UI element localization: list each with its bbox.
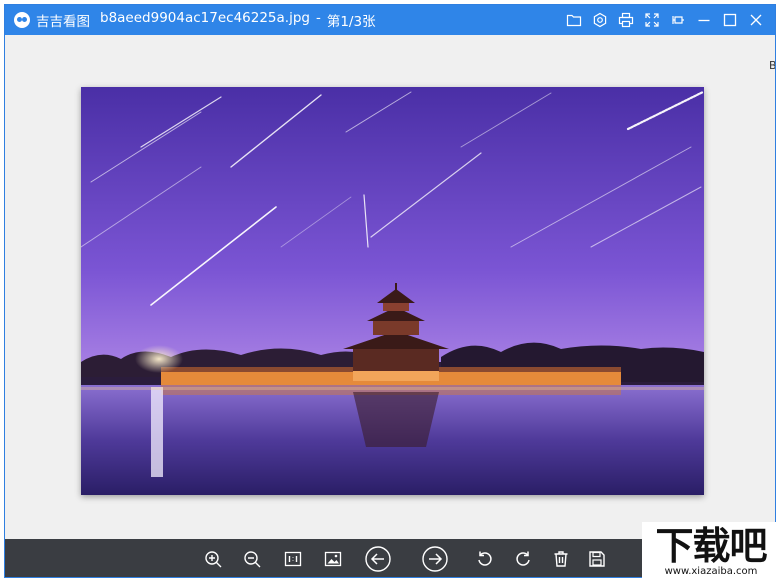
next-image-icon[interactable] [403,539,467,577]
minimize-icon[interactable] [691,5,717,35]
title-bar[interactable]: 吉吉看图 b8aeed9904ac17ec46225a.jpg - 第1/3张 [5,5,775,35]
title-separator: - [315,10,321,26]
app-logo-icon [14,12,30,28]
settings-icon[interactable] [587,5,613,35]
stage-edge-text: B [769,59,775,72]
app-name: 吉吉看图 [36,14,90,30]
watermark-url: www.xiazaiba.com [664,565,758,577]
file-name: b8aeed9904ac17ec46225a.jpg [100,10,310,26]
print-icon[interactable] [613,5,639,35]
rotate-left-icon[interactable] [467,539,503,577]
rotate-right-icon[interactable] [503,539,543,577]
delete-icon[interactable] [543,539,579,577]
zoom-out-icon[interactable] [231,539,273,577]
previous-image-icon[interactable] [353,539,403,577]
viewer-window: 吉吉看图 b8aeed9904ac17ec46225a.jpg - 第1/3张 [4,4,776,578]
actual-size-icon[interactable] [273,539,313,577]
pin-icon[interactable] [665,5,691,35]
site-watermark: 下载吧 www.xiazaiba.com [642,522,780,580]
zoom-in-icon[interactable] [195,539,231,577]
maximize-icon[interactable] [717,5,743,35]
page-indicator: 第1/3张 [326,14,376,30]
close-icon[interactable] [743,5,769,35]
image-stage[interactable]: B [5,35,775,539]
window-title: 吉吉看图 b8aeed9904ac17ec46225a.jpg - 第1/3张 [36,10,376,30]
displayed-image[interactable] [81,87,704,495]
titlebar-controls [561,5,769,35]
folder-icon[interactable] [561,5,587,35]
watermark-logo: 下载吧 [655,523,767,568]
fullscreen-icon[interactable] [639,5,665,35]
fit-image-icon[interactable] [313,539,353,577]
save-icon[interactable] [579,539,615,577]
